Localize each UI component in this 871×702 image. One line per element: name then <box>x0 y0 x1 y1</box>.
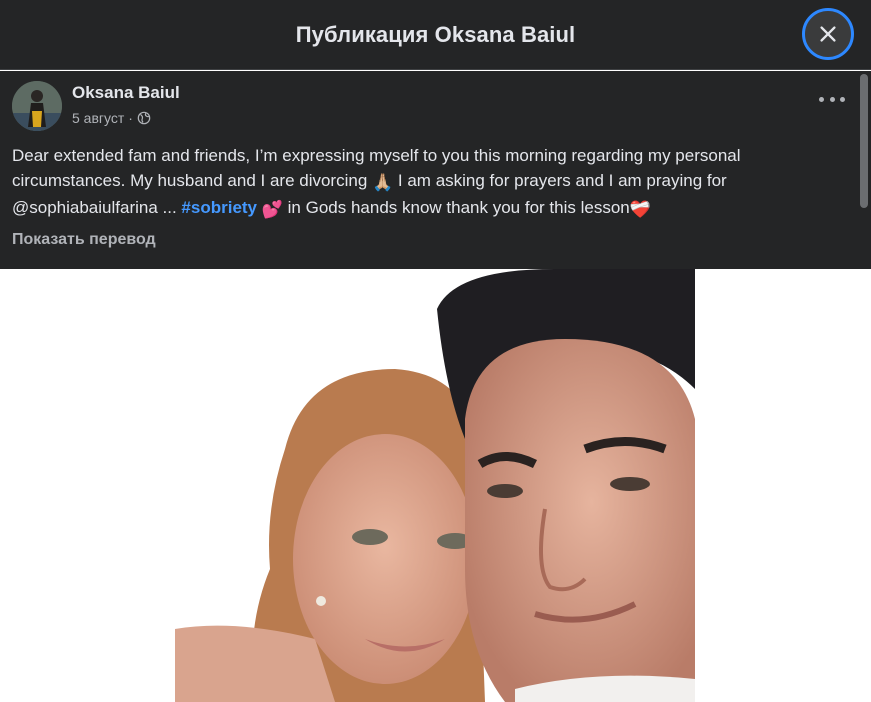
more-options-icon <box>819 96 824 102</box>
author-name[interactable]: Oksana Baiul <box>72 83 180 103</box>
dialog-header: Публикация Oksana Baiul <box>0 0 871 70</box>
mending-heart-emoji: ❤️‍🩹 <box>629 200 651 219</box>
scrollbar[interactable] <box>860 74 868 208</box>
post-container: Oksana Baiul 5 август · Dear extended fa… <box>0 71 871 269</box>
post-photo-area <box>0 269 871 702</box>
post-date[interactable]: 5 август <box>72 110 124 126</box>
dialog-title: Публикация Oksana Baiul <box>295 21 576 47</box>
close-button[interactable] <box>802 8 854 60</box>
avatar[interactable] <box>12 81 62 131</box>
praying-hands-emoji: 🙏🏼 <box>372 173 394 192</box>
close-icon <box>820 26 836 42</box>
post-photo[interactable] <box>175 269 695 702</box>
post-text-part3: in Gods hands know thank you for this le… <box>282 198 630 217</box>
globe-icon <box>137 111 151 125</box>
meta-separator: · <box>128 110 133 126</box>
two-hearts-emoji: 💕 <box>261 200 283 219</box>
more-options-button[interactable] <box>819 91 845 107</box>
post-meta: 5 август · <box>72 110 151 126</box>
show-translation-link[interactable]: Показать перевод <box>12 231 156 249</box>
hashtag-link[interactable]: #sobriety <box>181 198 257 217</box>
post-text: Dear extended fam and friends, I’m expre… <box>12 143 847 222</box>
